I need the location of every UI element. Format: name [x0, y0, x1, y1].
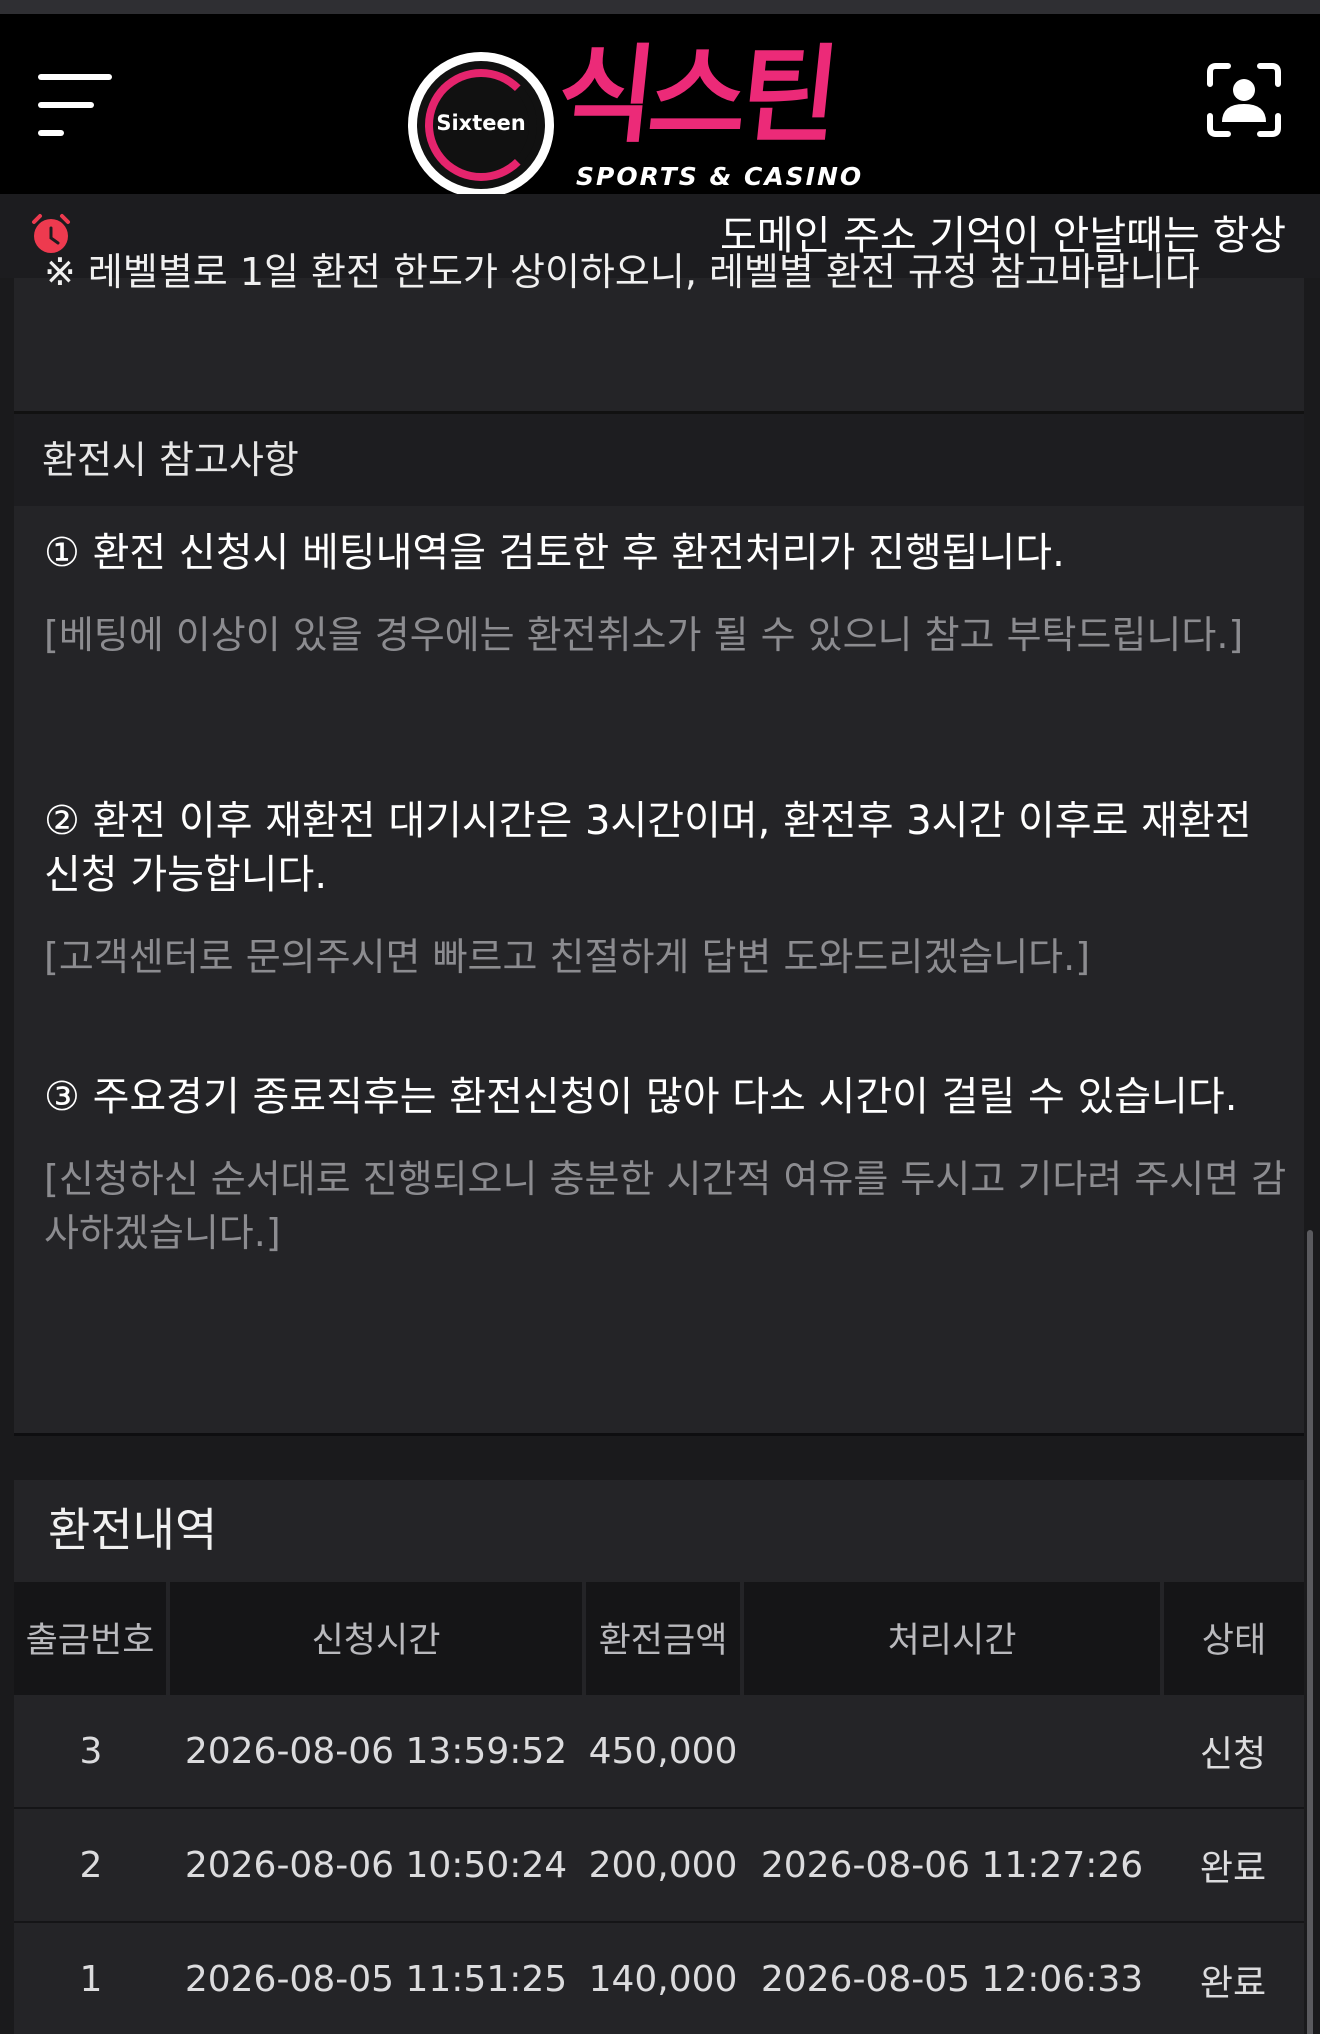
cell-request-time: 2026-08-06 13:59:52	[168, 1693, 584, 1808]
reference-item-sub: [신청하신 순서대로 진행되오니 충분한 시간적 여유를 두시고 기다려 주시면…	[44, 1157, 1287, 1255]
cell-amount: 140,000	[584, 1921, 742, 2034]
hamburger-icon	[38, 74, 112, 80]
cell-amount: 200,000	[584, 1807, 742, 1922]
user-scan-icon	[1207, 63, 1281, 137]
col-header-process-time: 처리시간	[742, 1582, 1164, 1694]
cell-number: 3	[14, 1693, 168, 1808]
divider	[14, 1433, 1304, 1436]
reference-item: ③ 주요경기 종료직후는 환전신청이 많아 다소 시간이 걸릴 수 있습니다. …	[44, 1070, 1294, 1260]
reference-item-sub: [고객센터로 문의주시면 빠르고 친절하게 답변 도와드리겠습니다.]	[44, 935, 1091, 979]
reference-item-main: ① 환전 신청시 베팅내역을 검토한 후 환전처리가 진행됩니다.	[44, 530, 1065, 576]
col-header-status: 상태	[1162, 1582, 1304, 1694]
cell-amount: 450,000	[584, 1693, 742, 1808]
reference-item-sub: [베팅에 이상이 있을 경우에는 환전취소가 될 수 있으니 참고 부탁드립니다…	[44, 613, 1244, 657]
app-header: Sixteen 식스틴 SPORTS & CASINO	[0, 14, 1320, 198]
cell-process-time: 2026-08-06 11:27:26	[742, 1807, 1162, 1922]
table-row: 2 2026-08-06 10:50:24 200,000 2026-08-06…	[14, 1807, 1304, 1922]
reference-item: ② 환전 이후 재환전 대기시간은 3시간이며, 환전후 3시간 이후로 재환전…	[44, 794, 1294, 984]
cell-process-time	[742, 1693, 1162, 1808]
logo-subtitle: SPORTS & CASINO	[576, 162, 864, 191]
logo-title: 식스틴	[551, 34, 840, 157]
col-header-number: 출금번호	[14, 1582, 170, 1694]
cell-status: 완료	[1162, 1921, 1304, 2034]
history-title: 환전내역	[14, 1480, 1304, 1580]
menu-button[interactable]	[38, 70, 114, 140]
table-row: 3 2026-08-06 13:59:52 450,000 신청	[14, 1693, 1304, 1808]
limit-note-text: ※ 레벨별로 1일 환전 한도가 상이하오니, 레벨별 환전 규정 참고바랍니다	[44, 250, 1200, 294]
scrollbar[interactable]	[1307, 1230, 1313, 2034]
col-header-amount: 환전금액	[584, 1582, 744, 1694]
reference-item-main: ③ 주요경기 종료직후는 환전신청이 많아 다소 시간이 걸릴 수 있습니다.	[44, 1074, 1238, 1120]
cell-status: 완료	[1162, 1807, 1304, 1922]
logo-emblem-text: Sixteen	[436, 111, 526, 135]
reference-title: 환전시 참고사항	[14, 414, 1304, 506]
reference-item: ① 환전 신청시 베팅내역을 검토한 후 환전처리가 진행됩니다. [베팅에 이…	[44, 526, 1294, 662]
top-strip	[0, 0, 1320, 14]
cell-request-time: 2026-08-06 10:50:24	[168, 1807, 584, 1922]
site-logo[interactable]: Sixteen 식스틴 SPORTS & CASINO	[408, 34, 918, 198]
cell-number: 2	[14, 1807, 168, 1922]
cell-process-time: 2026-08-05 12:06:33	[742, 1921, 1162, 2034]
withdraw-reference-panel: 환전시 참고사항 ① 환전 신청시 베팅내역을 검토한 후 환전처리가 진행됩니…	[14, 414, 1304, 1436]
reference-item-main: ② 환전 이후 재환전 대기시간은 3시간이며, 환전후 3시간 이후로 재환전…	[44, 798, 1252, 898]
cell-request-time: 2026-08-05 11:51:25	[168, 1921, 584, 2034]
limit-note-panel: ※ 레벨별로 1일 환전 한도가 상이하오니, 레벨별 환전 규정 참고바랍니다	[14, 250, 1304, 414]
table-header-row: 출금번호 신청시간 환전금액 처리시간 상태	[14, 1582, 1304, 1694]
cell-number: 1	[14, 1921, 168, 2034]
withdraw-history-panel: 환전내역 출금번호 신청시간 환전금액 처리시간 상태 3 2026-08-06…	[14, 1480, 1304, 2034]
table-row: 1 2026-08-05 11:51:25 140,000 2026-08-05…	[14, 1921, 1304, 2034]
user-button[interactable]	[1206, 62, 1282, 138]
history-table: 출금번호 신청시간 환전금액 처리시간 상태 3 2026-08-06 13:5…	[14, 1582, 1304, 2034]
cell-status: 신청	[1162, 1693, 1304, 1808]
col-header-request-time: 신청시간	[168, 1582, 586, 1694]
logo-emblem: Sixteen	[408, 52, 554, 198]
